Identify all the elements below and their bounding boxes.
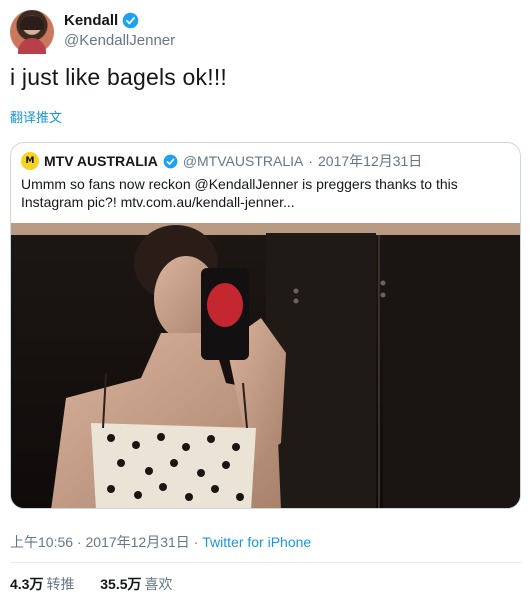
quoted-date[interactable]: 2017年12月31日 <box>318 151 422 171</box>
likes-label: 喜欢 <box>144 576 173 592</box>
stats-divider <box>10 562 521 563</box>
likes-stat[interactable]: 35.5万 喜欢 <box>100 576 172 592</box>
likes-count: 35.5万 <box>100 576 142 592</box>
quoted-author-handle[interactable]: @MTVAUSTRALIA <box>183 153 304 169</box>
avatar-hair <box>20 16 44 30</box>
author-name[interactable]: Kendall <box>64 12 118 29</box>
mirror-selfie-image <box>11 223 520 508</box>
avatar-body <box>18 38 46 54</box>
quoted-verified-badge-icon <box>163 154 178 168</box>
retweets-label: 转推 <box>46 576 75 592</box>
tweet-text: i just like bagels ok!!! <box>10 64 228 90</box>
author-handle[interactable]: @KendallJenner <box>64 32 175 49</box>
quoted-tweet-header: M MTV AUSTRALIA @MTVAUSTRALIA · 2017年12月… <box>21 151 422 171</box>
tweet-stats: 4.3万 转推 35.5万 喜欢 <box>10 574 173 594</box>
retweets-count: 4.3万 <box>10 576 44 592</box>
tweet-date[interactable]: 2017年12月31日 <box>86 534 190 550</box>
mtv-logo-icon: M <box>21 152 39 170</box>
mtv-logo-text: M <box>25 156 35 166</box>
quoted-author-name[interactable]: MTV AUSTRALIA <box>44 153 158 169</box>
retweets-stat[interactable]: 4.3万 转推 <box>10 576 74 592</box>
quoted-tweet-photo[interactable] <box>11 223 520 508</box>
tweet-header: Kendall @KendallJenner <box>10 10 521 54</box>
translate-tweet-link[interactable]: 翻译推文 <box>10 107 62 126</box>
quoted-tweet-text: Ummm so fans now reckon @KendallJenner i… <box>21 176 458 210</box>
author-name-row: Kendall <box>64 12 139 29</box>
meta-separator-1: · <box>73 534 86 550</box>
meta-separator-2: · <box>189 534 203 550</box>
author-avatar[interactable] <box>10 10 54 54</box>
tweet-timestamp-row: 上午10:56 · 2017年12月31日 · Twitter for iPho… <box>10 532 311 552</box>
verified-badge-icon <box>122 12 139 29</box>
tweet-time[interactable]: 上午10:56 <box>10 534 73 550</box>
quoted-tweet-card[interactable]: M MTV AUSTRALIA @MTVAUSTRALIA · 2017年12月… <box>10 142 521 509</box>
tweet-source-link[interactable]: Twitter for iPhone <box>202 534 311 550</box>
quoted-separator: · <box>308 153 314 169</box>
